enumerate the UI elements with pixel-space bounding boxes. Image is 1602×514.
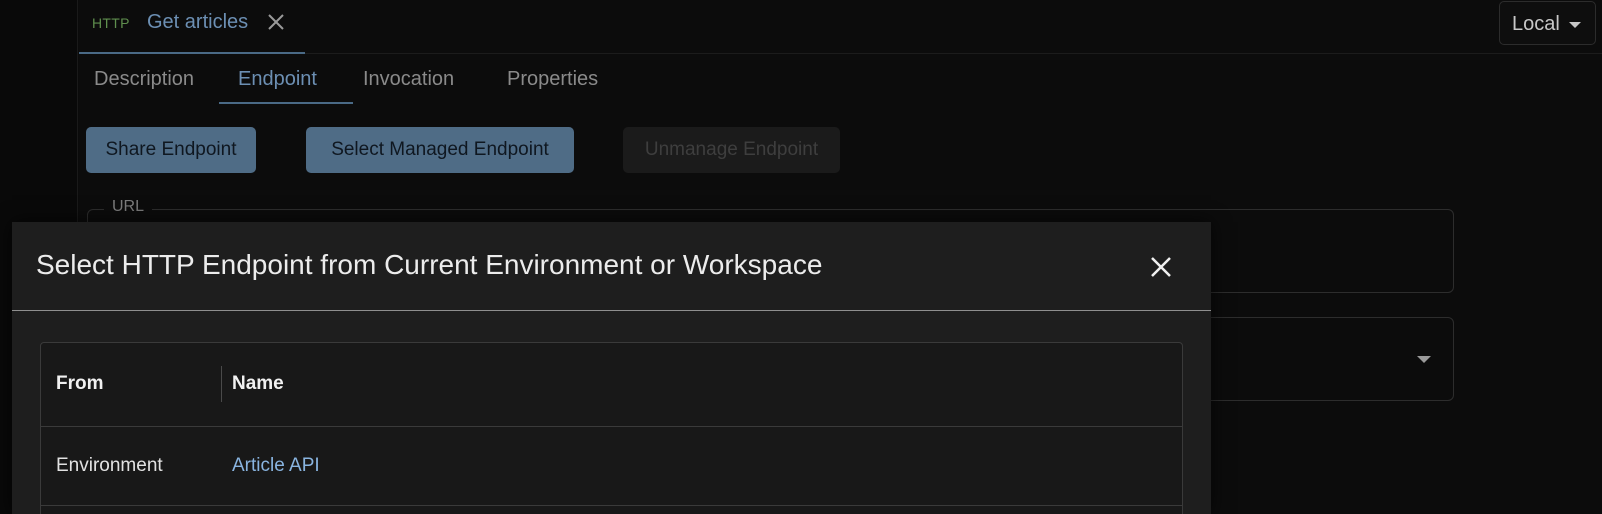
select-managed-endpoint-button[interactable]: Select Managed Endpoint <box>306 127 574 173</box>
table-row[interactable]: Environment Article API <box>41 428 1182 506</box>
tab-endpoint[interactable]: Endpoint <box>238 68 317 91</box>
chevron-down-icon <box>1569 22 1581 28</box>
environment-select[interactable]: Local <box>1499 1 1596 45</box>
cell-name-link[interactable]: Article API <box>232 455 320 477</box>
column-divider[interactable] <box>221 366 222 402</box>
column-header-from[interactable]: From <box>56 373 104 395</box>
active-tab-indicator <box>219 102 353 104</box>
request-tab[interactable]: HTTP Get articles <box>79 0 305 54</box>
chevron-down-icon[interactable] <box>1417 356 1431 363</box>
tab-invocation[interactable]: Invocation <box>363 68 454 91</box>
app-window: HTTP Get articles Local Description Endp… <box>0 0 1602 514</box>
close-icon[interactable] <box>1146 252 1176 282</box>
close-icon[interactable] <box>266 12 286 32</box>
unmanage-endpoint-button[interactable]: Unmanage Endpoint <box>623 127 840 173</box>
dialog-title: Select HTTP Endpoint from Current Enviro… <box>36 249 823 280</box>
cell-from: Environment <box>56 455 163 476</box>
dialog-header: Select HTTP Endpoint from Current Enviro… <box>12 222 1211 311</box>
table-header-row: From Name <box>41 343 1182 427</box>
request-tab-title[interactable]: Get articles <box>147 11 248 34</box>
environment-select-value: Local <box>1512 13 1560 35</box>
request-tab-bar: HTTP Get articles Local <box>79 0 1602 54</box>
tab-description[interactable]: Description <box>94 68 194 91</box>
select-endpoint-dialog: Select HTTP Endpoint from Current Enviro… <box>12 222 1211 514</box>
method-badge: HTTP <box>92 15 130 31</box>
url-field-label: URL <box>104 198 153 216</box>
share-endpoint-button[interactable]: Share Endpoint <box>86 127 256 173</box>
column-header-name[interactable]: Name <box>232 373 284 395</box>
tab-properties[interactable]: Properties <box>507 68 598 91</box>
endpoint-table: From Name Environment Article API <box>40 342 1183 514</box>
